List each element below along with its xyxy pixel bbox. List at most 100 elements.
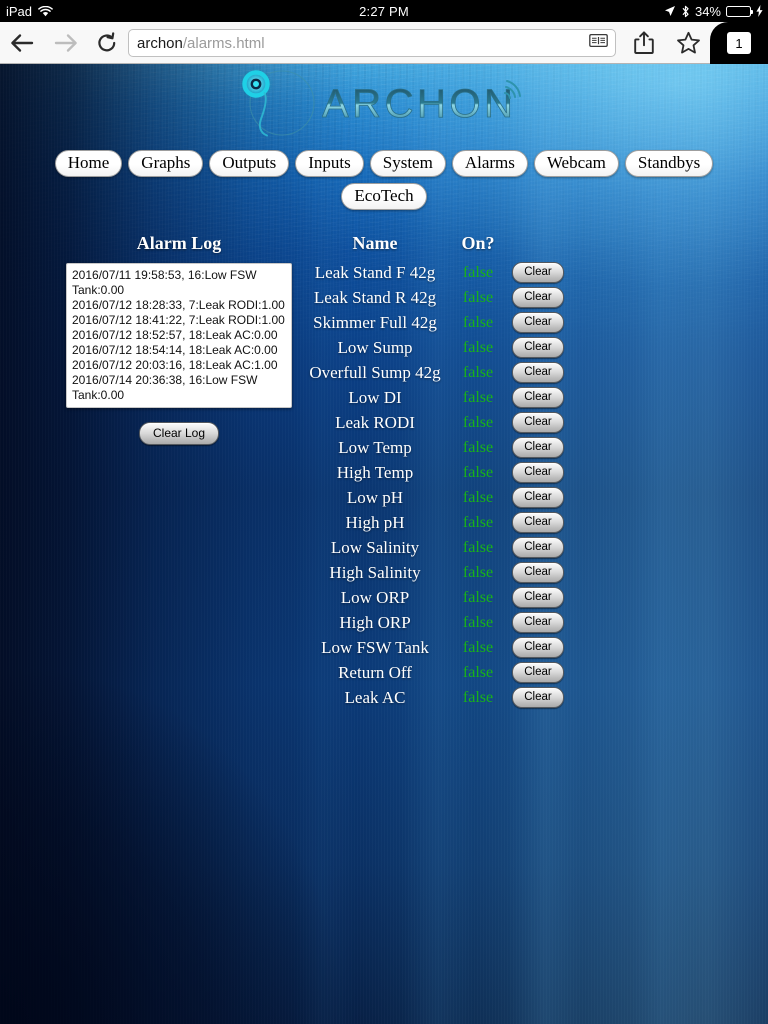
clear-alarm-button[interactable]: Clear xyxy=(512,362,563,383)
clear-alarm-button[interactable]: Clear xyxy=(512,287,563,308)
nav-button-inputs[interactable]: Inputs xyxy=(295,150,364,177)
alarm-state-value: false xyxy=(450,435,506,460)
bookmark-star-icon[interactable] xyxy=(666,22,710,64)
alarm-action-cell: Clear xyxy=(506,260,570,285)
alarm-name: High Temp xyxy=(300,460,450,485)
clear-alarm-button[interactable]: Clear xyxy=(512,687,563,708)
alarm-name: Low FSW Tank xyxy=(300,635,450,660)
nav-button-standbys[interactable]: Standbys xyxy=(625,150,713,177)
back-button[interactable] xyxy=(0,22,44,64)
clear-alarm-button[interactable]: Clear xyxy=(512,487,563,508)
forward-button[interactable] xyxy=(44,22,88,64)
table-row: High pHfalseClear xyxy=(300,510,570,535)
alarm-action-cell: Clear xyxy=(506,560,570,585)
archon-wordmark: ARCHON xyxy=(322,77,527,136)
reader-view-icon[interactable] xyxy=(589,33,608,53)
clear-alarm-button[interactable]: Clear xyxy=(512,337,563,358)
table-row: Leak Stand R 42gfalse Clear xyxy=(300,285,570,310)
alarm-action-cell: Clear xyxy=(506,360,570,385)
table-row: High TempfalseClear xyxy=(300,460,570,485)
nav-button-webcam[interactable]: Webcam xyxy=(534,150,619,177)
status-bar-right: 34% xyxy=(664,0,763,22)
clear-alarm-button[interactable]: Clear xyxy=(512,512,563,533)
share-button[interactable] xyxy=(622,22,666,64)
alarm-name: Low DI xyxy=(300,385,450,410)
nav-button-alarms[interactable]: Alarms xyxy=(452,150,528,177)
clear-alarm-button[interactable]: Clear xyxy=(512,437,563,458)
alarm-state-value: false xyxy=(450,660,506,685)
alarm-state-value: false xyxy=(450,385,506,410)
nav-button-ecotech[interactable]: EcoTech xyxy=(341,183,426,210)
nav-button-home[interactable]: Home xyxy=(55,150,123,177)
alarm-state-value: false xyxy=(450,310,506,335)
safari-toolbar: archon/alarms.html xyxy=(0,22,768,64)
clear-alarm-button[interactable]: Clear xyxy=(512,462,563,483)
clear-alarm-button[interactable]: Clear xyxy=(512,537,563,558)
alarm-log-entry: 2016/07/12 18:41:22, 7:Leak RODI:1.00 xyxy=(72,313,286,328)
alarm-state-value: false xyxy=(450,410,506,435)
clear-log-button[interactable]: Clear Log xyxy=(139,422,219,445)
alarm-log-entry: 2016/07/12 18:28:33, 7:Leak RODI:1.00 xyxy=(72,298,286,313)
alarm-state-value: false xyxy=(450,335,506,360)
table-row: Low Sumpfalse Clear xyxy=(300,335,570,360)
reload-button[interactable] xyxy=(88,22,126,64)
tab-count-label: 1 xyxy=(727,32,751,54)
main-content: Alarm Log 2016/07/11 19:58:53, 16:Low FS… xyxy=(0,233,768,773)
alarm-name: Low Sump xyxy=(300,335,450,360)
alarm-log-entry: 2016/07/14 20:36:38, 16:Low FSW Tank:0.0… xyxy=(72,373,286,403)
clear-alarm-button[interactable]: Clear xyxy=(512,662,563,683)
web-page-viewport: ARCHON HomeGraphsOutputsInputsSystemAlar… xyxy=(0,64,768,1024)
alarm-name: Low Temp xyxy=(300,435,450,460)
alarm-state-value: false xyxy=(450,285,506,310)
archon-logo[interactable]: ARCHON xyxy=(234,65,534,141)
nav-button-graphs[interactable]: Graphs xyxy=(128,150,203,177)
alarm-name: Leak Stand R 42g xyxy=(300,285,450,310)
alarm-name: Low pH xyxy=(300,485,450,510)
clear-alarm-button[interactable]: Clear xyxy=(512,637,563,658)
clear-alarm-button[interactable]: Clear xyxy=(512,312,563,333)
lightning-bolt-icon xyxy=(756,5,763,17)
alarm-action-cell: Clear xyxy=(506,460,570,485)
nav-row-2: EcoTech xyxy=(0,180,768,213)
alarm-name: Low ORP xyxy=(300,585,450,610)
alarm-name: Low Salinity xyxy=(300,535,450,560)
alarm-log-entry: 2016/07/12 18:54:14, 18:Leak AC:0.00 xyxy=(72,343,286,358)
alarm-state-value: false xyxy=(450,560,506,585)
alarm-action-cell: Clear xyxy=(506,385,570,410)
tabs-button[interactable]: 1 xyxy=(710,22,768,64)
nav-button-outputs[interactable]: Outputs xyxy=(209,150,289,177)
alarm-action-cell: Clear xyxy=(506,535,570,560)
clear-alarm-button[interactable]: Clear xyxy=(512,262,563,283)
url-text: archon/alarms.html xyxy=(137,35,265,52)
bluetooth-icon xyxy=(681,5,690,18)
column-header-name: Name xyxy=(300,233,450,260)
alarm-state-value: false xyxy=(450,485,506,510)
clear-alarm-button[interactable]: Clear xyxy=(512,587,563,608)
alarm-action-cell: Clear xyxy=(506,685,570,710)
alarm-log-textarea[interactable]: 2016/07/11 19:58:53, 16:Low FSW Tank:0.0… xyxy=(66,263,292,408)
table-row: Leak ACfalseClear xyxy=(300,685,570,710)
svg-text:ARCHON: ARCHON xyxy=(322,82,516,126)
address-bar[interactable]: archon/alarms.html xyxy=(128,29,616,57)
alarm-action-cell: Clear xyxy=(506,310,570,335)
alarm-log-entry: 2016/07/12 20:03:16, 18:Leak AC:1.00 xyxy=(72,358,286,373)
table-row: Leak Stand F 42gfalseClear xyxy=(300,260,570,285)
alarm-log-heading: Alarm Log xyxy=(34,233,324,254)
alarm-log-entry: 2016/07/12 18:52:57, 18:Leak AC:0.00 xyxy=(72,328,286,343)
alarm-name: High pH xyxy=(300,510,450,535)
table-row: Skimmer Full 42gfalseClear xyxy=(300,310,570,335)
nav-button-system[interactable]: System xyxy=(370,150,446,177)
alarm-state-value: false xyxy=(450,685,506,710)
clear-alarm-button[interactable]: Clear xyxy=(512,562,563,583)
clear-alarm-button[interactable]: Clear xyxy=(512,387,563,408)
alarm-action-cell: Clear xyxy=(506,610,570,635)
alarms-table: Name On? Leak Stand F 42gfalseClearLeak … xyxy=(300,233,570,710)
nav-row-1: HomeGraphsOutputsInputsSystemAlarmsWebca… xyxy=(0,147,768,180)
clear-alarm-button[interactable]: Clear xyxy=(512,612,563,633)
table-row: Leak RODIfalseClear xyxy=(300,410,570,435)
alarm-action-cell: Clear xyxy=(506,660,570,685)
table-row: Return OfffalseClear xyxy=(300,660,570,685)
table-row: Low DIfalse Clear xyxy=(300,385,570,410)
alarm-log-panel: Alarm Log 2016/07/11 19:58:53, 16:Low FS… xyxy=(34,233,324,445)
clear-alarm-button[interactable]: Clear xyxy=(512,412,563,433)
